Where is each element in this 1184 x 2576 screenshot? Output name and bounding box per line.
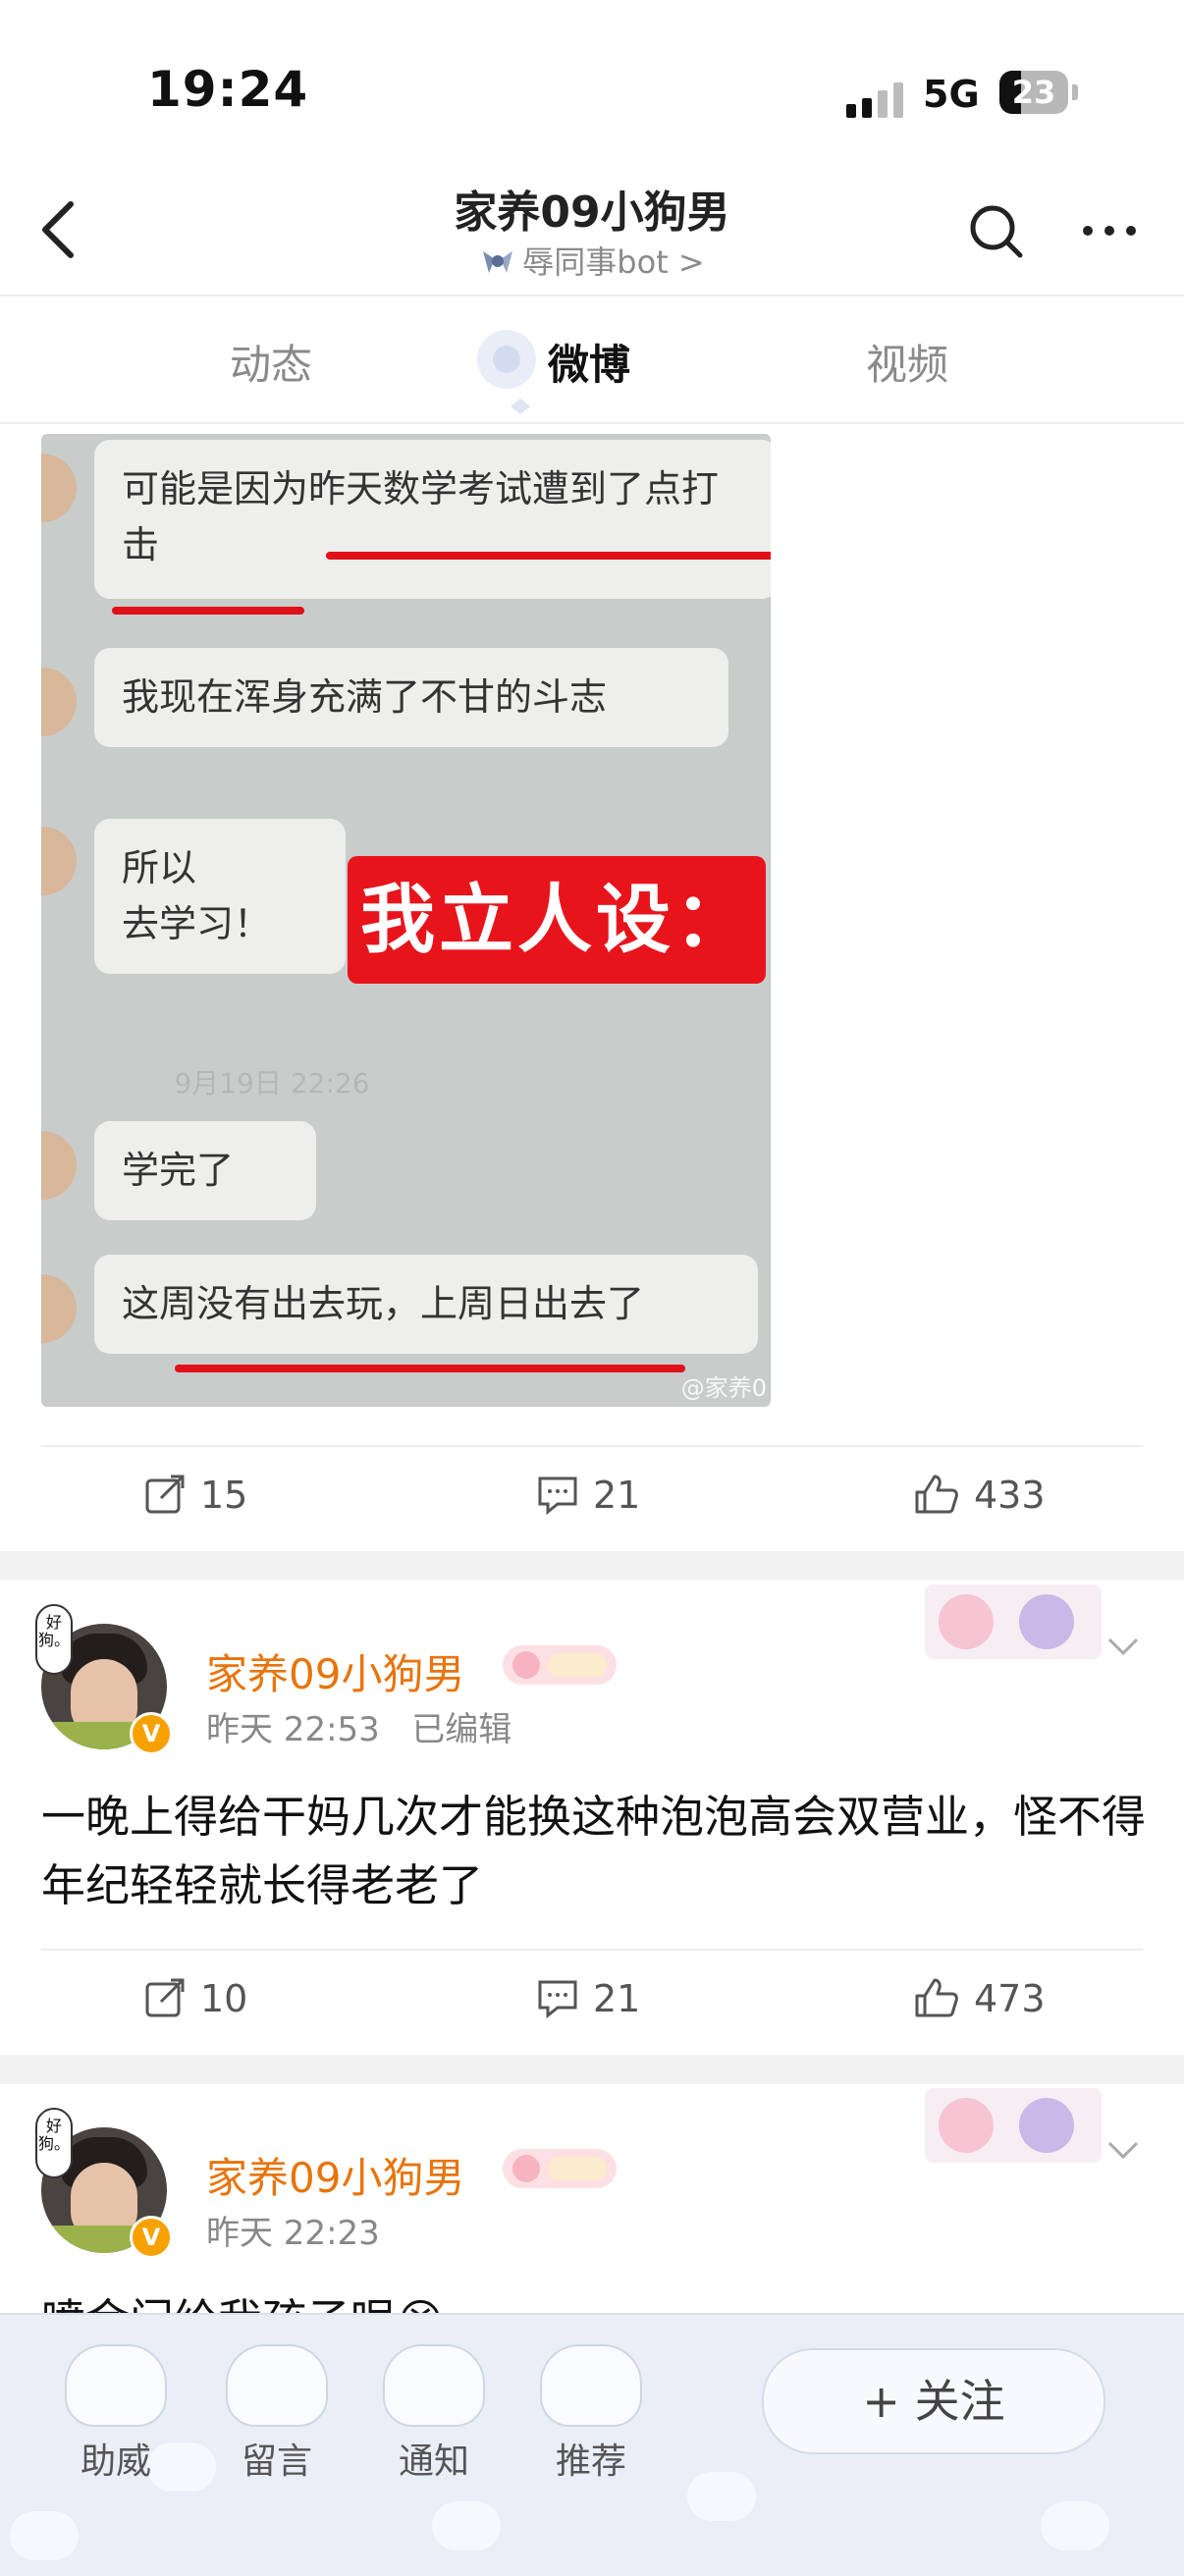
chat-bubble: 这周没有出去玩，上周日出去了 [94,1255,758,1354]
nav-label: 助威 [80,2442,151,2482]
tab-feed[interactable]: 动态 [230,332,312,392]
nav-message[interactable]: 留言 [218,2344,336,2484]
signal-icon [846,82,907,118]
nav-cheer[interactable]: 助威 [57,2344,175,2484]
chat-bubble: 我现在浑身充满了不甘的斗志 [94,648,728,747]
comment-button[interactable]: 21 [536,1473,640,1517]
post-text: 喷金门给我孩子呢😭 [41,2286,1151,2313]
post-image[interactable]: 可能是因为昨天数学考试遭到了点打击 我现在浑身充满了不甘的斗志 所以 去学习！ … [41,434,771,1407]
feed-gap [0,2055,1184,2084]
feed-gap [0,1551,1184,1581]
feed-post[interactable]: 好狗。 V 家养09小狗男 昨天 22:23 喷金门给我孩子呢😭 [0,2084,1184,2313]
like-icon [915,1475,958,1514]
nav-bar: 家养09小狗男 辱同事bot > [0,167,1184,295]
search-icon[interactable] [967,202,1026,261]
like-button[interactable]: 473 [913,1976,1046,2020]
avatar-tag: 好狗。 [35,2108,73,2178]
edited-label: 已编辑 [411,1710,512,1749]
repost-icon [145,1978,185,2017]
tab-bar: 动态 微博 视频 [0,295,1184,422]
more-icon[interactable] [1080,216,1139,245]
chat-avatar [41,454,77,522]
network-label: 5G [923,73,980,116]
chat-avatar [41,1274,77,1343]
nav-label: 通知 [398,2442,469,2482]
member-badge-icon [503,1645,617,1685]
comment-count: 21 [593,1474,641,1517]
verified-badge-icon: V [130,1712,173,1755]
post-actions: 15 21 433 [41,1445,1143,1549]
comment-icon [538,1980,577,2019]
red-underline [326,552,771,560]
tab-video[interactable]: 视频 [866,332,948,392]
subtitle-label: 辱同事bot > [522,243,705,281]
red-underline [112,607,304,615]
bg-pattern [687,2472,756,2521]
repost-count: 10 [200,1977,248,2020]
post-time: 昨天 22:23 [206,2214,380,2253]
repost-button[interactable]: 10 [143,1976,247,2020]
overlay-tag: 我立人设： [348,856,766,984]
member-badge-icon [503,2149,617,2188]
chat-avatar [41,827,77,895]
red-underline [175,1365,685,1372]
chat-avatar [41,668,77,736]
chat-bubble: 可能是因为昨天数学考试遭到了点打击 [94,440,771,599]
message-icon [226,2344,328,2427]
follow-button[interactable]: + 关注 [762,2348,1105,2454]
chevron-down-icon[interactable] [1103,1632,1143,1661]
chat-avatar [41,1131,77,1200]
repost-icon [145,1475,185,1514]
battery-level: 23 [1011,74,1056,111]
comment-button[interactable]: 21 [536,1976,640,2020]
cheer-icon [65,2344,167,2427]
status-bar: 19:24 5G 23 [0,0,1184,187]
like-button[interactable]: 433 [913,1473,1046,1517]
status-time: 19:24 [147,61,309,118]
watermark: @家养0 [680,1374,767,1402]
bg-pattern [1041,2501,1109,2550]
tab-weibo[interactable]: 微博 [548,332,630,392]
post-time: 昨天 22:53 [206,1710,380,1749]
author-name[interactable]: 家养09小狗男 [206,1641,464,1701]
battery-tip [1072,84,1078,100]
author-name[interactable]: 家养09小狗男 [206,2145,464,2205]
post-text: 一晚上得给干妈几次才能换这种泡泡高会双营业，怪不得年纪轻轻就长得老老了 [41,1791,1147,1911]
nav-label: 推荐 [555,2442,626,2482]
chat-bubble: 学完了 [94,1121,316,1220]
comment-icon [538,1476,577,1516]
like-count: 473 [974,1977,1046,2020]
avatar-tag: 好狗。 [35,1604,73,1675]
notify-icon [383,2344,485,2427]
card-deco-icon [925,2088,1102,2163]
tab-active-deco-icon [477,330,536,414]
recommend-icon [540,2344,642,2427]
chat-bubble: 所以 去学习！ [94,819,346,974]
nav-recommend[interactable]: 推荐 [532,2344,650,2484]
bg-pattern [432,2501,501,2550]
post-actions: 10 21 473 [41,1949,1143,2053]
comment-count: 21 [593,1977,641,2020]
chevron-down-icon[interactable] [1103,2135,1143,2165]
repost-button[interactable]: 15 [143,1473,247,1517]
bottom-bar: 助威 留言 通知 推荐 + 关注 [0,2313,1184,2576]
battery-icon: 23 [999,71,1068,114]
tab-divider [0,422,1184,424]
chat-time: 9月19日 22:26 [174,1067,370,1100]
repost-count: 15 [200,1474,248,1517]
nav-notify[interactable]: 通知 [375,2344,493,2484]
bot-icon [483,251,513,273]
post-meta: 昨天 22:53 已编辑 [206,1702,511,1750]
like-count: 433 [974,1474,1046,1517]
nav-label: 留言 [241,2442,312,2482]
bg-pattern [10,2511,79,2560]
card-deco-icon [925,1584,1102,1659]
verified-badge-icon: V [130,2216,173,2259]
like-icon [915,1978,958,2017]
